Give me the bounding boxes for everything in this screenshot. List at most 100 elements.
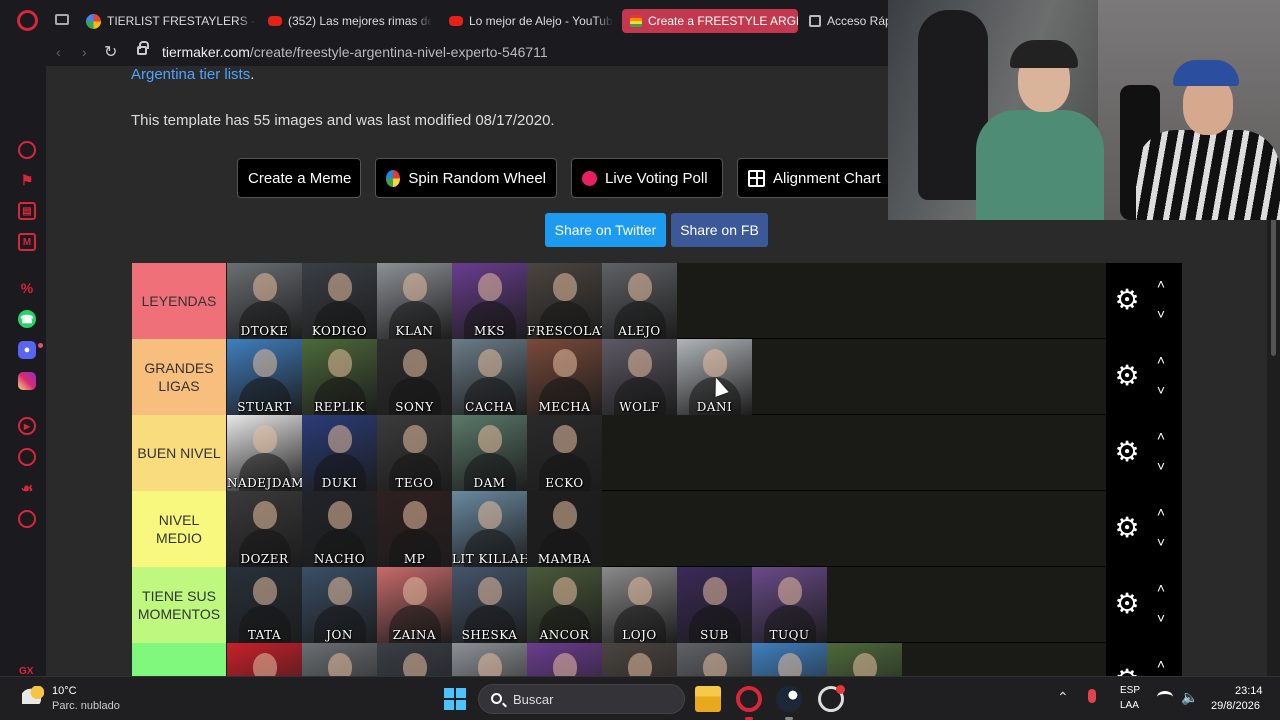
tier-item-image[interactable]: FRESCOLATE [527,263,602,339]
gear-icon[interactable]: ⚙ [1114,514,1140,542]
gear-icon[interactable]: ⚙ [1114,590,1140,618]
clock-date[interactable]: 29/8/2026 [1211,700,1260,712]
tier-item-image[interactable]: LIT KILLAH [452,491,527,567]
chevron-up-icon[interactable]: ˄ [1153,657,1169,671]
tab-tierlist-frestaylers[interactable]: TIERLIST FRESTAYLERS - E [86,9,256,33]
tier-item-image[interactable]: SHESKA [452,567,527,643]
tier-item-image[interactable] [527,643,602,676]
tier-item-image[interactable] [452,643,527,676]
gear-icon[interactable]: ⚙ [1114,666,1140,677]
chevron-down-icon[interactable]: ˅ [1153,611,1169,625]
tier-lists-link[interactable]: Argentina tier lists [131,66,250,83]
microphone-icon[interactable] [1088,689,1096,703]
tab-mejores-rimas[interactable]: (352) Las mejores rimas de [268,9,432,33]
sidebar-settings-icon[interactable] [18,510,36,528]
tier-item-image[interactable]: SONY [377,339,452,415]
discord-icon[interactable]: ● [18,341,36,359]
tier-item-image[interactable]: ZAINA [377,567,452,643]
opera-gx-icon[interactable] [736,686,762,712]
tier-item-image[interactable] [827,643,902,676]
chevron-up-icon[interactable]: ˄ [1153,353,1169,367]
chevron-up-icon[interactable]: ˄ [1153,581,1169,595]
share-twitter-button[interactable]: Share on Twitter [545,213,666,247]
sidebar-player-icon[interactable]: ▶ [18,417,36,435]
tier-item-image[interactable]: TUQU [752,567,827,643]
tier-item-image[interactable]: ALEJO [602,263,677,339]
alignment-chart-button[interactable]: Alignment Chart [737,158,897,198]
tier-item-image[interactable]: STUART [227,339,302,415]
tab-acceso-rapido[interactable]: Acceso Ráp [809,9,889,33]
taskbar-search[interactable]: Buscar [478,684,685,714]
tab-lo-mejor-de-alejo[interactable]: Lo mejor de Alejo - YouTub [449,9,613,33]
tier-item-image[interactable]: TATA [227,567,302,643]
weather-temperature[interactable]: 10°C [52,685,77,697]
steam-icon[interactable] [776,686,802,712]
scrollbar-thumb[interactable] [1271,216,1276,356]
tier-item-image[interactable]: LOJO [602,567,677,643]
sidebar-extensions-icon[interactable]: ☙ [18,479,36,497]
chevron-up-icon[interactable]: ˄ [1153,505,1169,519]
url-field[interactable]: tiermaker.com/create/freestyle-argentina… [162,44,548,60]
tier-item-image[interactable]: CACHA [452,339,527,415]
chevron-up-icon[interactable]: ⌃ [1057,689,1069,706]
reload-icon[interactable]: ↻ [104,42,117,62]
tier-label[interactable]: TIENE SUS MOMENTOS [132,567,226,643]
tier-item-image[interactable]: DAM [452,415,527,491]
keyboard-layout[interactable]: LAA [1120,700,1139,711]
tier-item-image[interactable] [677,643,752,676]
sidebar-hub-icon[interactable]: ▤ [18,202,36,220]
instagram-icon[interactable] [18,372,36,390]
tier-item-image[interactable]: ECKO [527,415,602,491]
sidebar-m-icon[interactable]: M [18,233,36,251]
tier-item-image[interactable] [227,643,302,676]
tier-label[interactable]: NIVEL MEDIO [132,491,226,567]
chevron-up-icon[interactable]: ˄ [1153,429,1169,443]
tier-item-image[interactable] [752,643,827,676]
tier-item-image[interactable]: MAMBA [527,491,602,567]
tier-item-image[interactable]: TEGO [377,415,452,491]
tier-item-image[interactable]: KODIGO [302,263,377,339]
language-code[interactable]: ESP [1120,685,1140,696]
chevron-up-icon[interactable]: ˄ [1153,277,1169,291]
opera-logo-icon[interactable] [17,10,38,31]
file-explorer-icon[interactable] [695,686,721,712]
tier-item-image[interactable]: WOLF [602,339,677,415]
chevron-down-icon[interactable]: ˅ [1153,459,1169,473]
volume-icon[interactable]: 🔈 [1181,689,1198,706]
tab-switcher-icon[interactable] [55,14,69,25]
tier-item-image[interactable]: ANCOR [527,567,602,643]
forward-arrow-icon[interactable]: › [82,44,87,60]
chevron-down-icon[interactable]: ˅ [1153,383,1169,397]
back-arrow-icon[interactable]: ‹ [56,44,61,60]
tier-label[interactable]: RESPETABLE [132,643,226,676]
live-voting-poll-button[interactable]: Live Voting Poll [571,158,723,198]
spin-random-wheel-button[interactable]: Spin Random Wheel [375,158,557,198]
tier-item-image[interactable]: NADEJDAMM [227,415,302,491]
clock-time[interactable]: 23:14 [1235,685,1263,697]
tier-item-image[interactable]: JON [302,567,377,643]
chevron-down-icon[interactable]: ˅ [1153,307,1169,321]
tier-item-image[interactable]: MP [377,491,452,567]
chevron-down-icon[interactable]: ˅ [1153,535,1169,549]
sidebar-history-icon[interactable] [18,448,36,466]
gear-icon[interactable]: ⚙ [1114,286,1140,314]
tier-item-image[interactable] [302,643,377,676]
tier-label[interactable]: GRANDES LIGAS [132,339,226,415]
tier-item-image[interactable]: REPLIK [302,339,377,415]
tier-label[interactable]: LEYENDAS [132,263,226,339]
tier-item-image[interactable]: DUKI [302,415,377,491]
tier-item-image[interactable]: DTOKE [227,263,302,339]
tier-item-image[interactable]: KLAN [377,263,452,339]
whatsapp-icon[interactable]: ☎ [18,310,36,328]
tab-create-freestyle-argentina[interactable]: Create a FREESTYLE ARGE [622,9,798,33]
gear-icon[interactable]: ⚙ [1114,438,1140,466]
tier-item-image[interactable]: MECHA [527,339,602,415]
tier-item-image[interactable]: NACHO [302,491,377,567]
wifi-icon[interactable] [1157,691,1173,703]
gear-icon[interactable]: ⚙ [1114,362,1140,390]
sidebar-refresh-icon[interactable] [18,141,36,159]
weather-icon[interactable] [22,686,44,704]
create-meme-button[interactable]: Create a Meme [237,158,361,198]
lock-icon[interactable] [137,41,149,55]
share-facebook-button[interactable]: Share on FB [671,213,768,247]
